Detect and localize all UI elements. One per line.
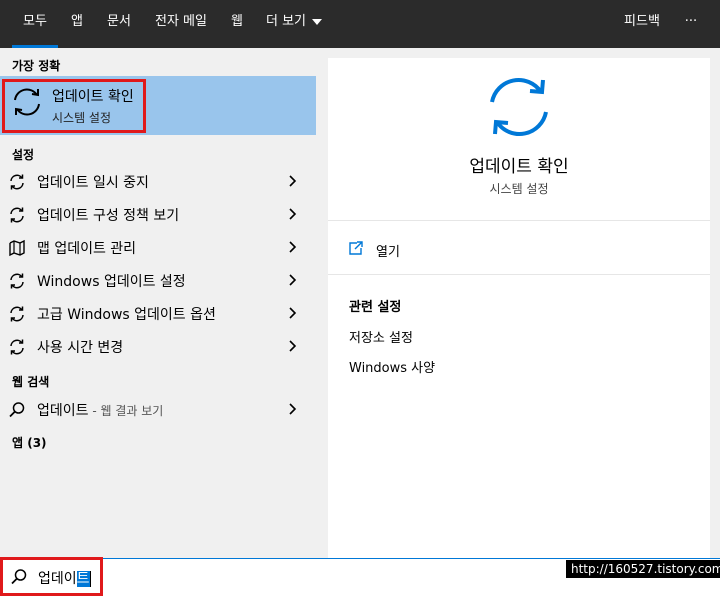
search-icon (9, 402, 25, 418)
more-options-icon: ··· (684, 14, 698, 29)
settings-item-label: 고급 Windows 업데이트 옵션 (37, 307, 216, 323)
chevron-right-icon (289, 274, 297, 286)
tab-documents-label: 문서 (107, 14, 131, 29)
tab-apps[interactable]: 앱 (62, 0, 92, 48)
search-scope-bar: 모두 앱 문서 전자 메일 웹 더 보기 피드백 ··· (0, 0, 720, 48)
web-search-result[interactable]: 업데이트 - 웹 결과 보기 (0, 393, 316, 426)
chevron-right-icon (289, 208, 297, 220)
refresh-icon (10, 339, 24, 355)
chevron-right-icon (289, 403, 297, 415)
refresh-icon (490, 77, 548, 137)
settings-item-advanced-options[interactable]: 고급 Windows 업데이트 옵션 (0, 297, 316, 330)
tab-all-label: 모두 (23, 14, 47, 29)
settings-item-label: 업데이트 구성 정책 보기 (37, 208, 180, 224)
chevron-right-icon (289, 307, 297, 319)
open-icon (349, 241, 363, 255)
settings-item-update-policies[interactable]: 업데이트 구성 정책 보기 (0, 198, 316, 231)
chevron-down-icon (312, 18, 322, 25)
refresh-icon (10, 273, 24, 289)
settings-item-label: Windows 업데이트 설정 (37, 274, 186, 290)
divider (328, 274, 710, 275)
details-title: 업데이트 확인 (469, 157, 569, 177)
tab-web[interactable]: 웹 (224, 0, 250, 48)
settings-item-label: 사용 시간 변경 (37, 340, 124, 356)
details-subtitle: 시스템 설정 (489, 182, 549, 196)
chevron-right-icon (289, 241, 297, 253)
tab-more[interactable]: 더 보기 (262, 0, 326, 48)
settings-item-pause-updates[interactable]: 업데이트 일시 중지 (0, 165, 316, 198)
related-link-windows-spec[interactable]: Windows 사양 (349, 357, 435, 376)
settings-item-windows-update[interactable]: Windows 업데이트 설정 (0, 264, 316, 297)
settings-item-label: 업데이트 일시 중지 (37, 175, 149, 191)
apps-heading[interactable]: 앱 (3) (12, 434, 47, 451)
tab-all[interactable]: 모두 (12, 0, 58, 48)
web-search-suffix: - 웹 결과 보기 (88, 404, 164, 418)
annotation-highlight-box (2, 79, 146, 133)
chevron-right-icon (289, 175, 297, 187)
tab-documents[interactable]: 문서 (100, 0, 138, 48)
open-action[interactable]: 열기 (376, 241, 400, 260)
web-search-heading: 웹 검색 (12, 375, 50, 389)
chevron-right-icon (289, 340, 297, 352)
tab-email[interactable]: 전자 메일 (148, 0, 214, 48)
tab-more-label: 더 보기 (265, 14, 306, 29)
refresh-icon (10, 207, 24, 223)
related-link-storage[interactable]: 저장소 설정 (349, 327, 413, 346)
annotation-highlight-box (0, 557, 103, 596)
more-options-button[interactable]: ··· (676, 0, 706, 48)
refresh-icon (10, 174, 24, 190)
related-settings-heading: 관련 설정 (349, 300, 402, 315)
settings-item-active-hours[interactable]: 사용 시간 변경 (0, 330, 316, 363)
watermark: http://160527.tistory.com (566, 560, 720, 578)
tab-apps-label: 앱 (71, 14, 83, 29)
web-search-label: 업데이트 - 웹 결과 보기 (37, 400, 163, 420)
divider (328, 220, 710, 221)
tab-email-label: 전자 메일 (155, 14, 207, 29)
settings-heading: 설정 (12, 148, 35, 162)
details-pane: 업데이트 확인 시스템 설정 열기 관련 설정 저장소 설정 Windows 사… (328, 58, 710, 558)
tab-web-label: 웹 (231, 14, 243, 29)
feedback-label: 피드백 (624, 14, 660, 29)
settings-item-map-updates[interactable]: 맵 업데이트 관리 (0, 231, 316, 264)
best-match-heading: 가장 정확 (12, 59, 61, 73)
web-search-query: 업데이트 (37, 403, 89, 419)
map-icon (9, 239, 25, 257)
settings-item-label: 맵 업데이트 관리 (37, 241, 137, 257)
feedback-button[interactable]: 피드백 (616, 0, 668, 48)
refresh-icon (10, 306, 24, 322)
